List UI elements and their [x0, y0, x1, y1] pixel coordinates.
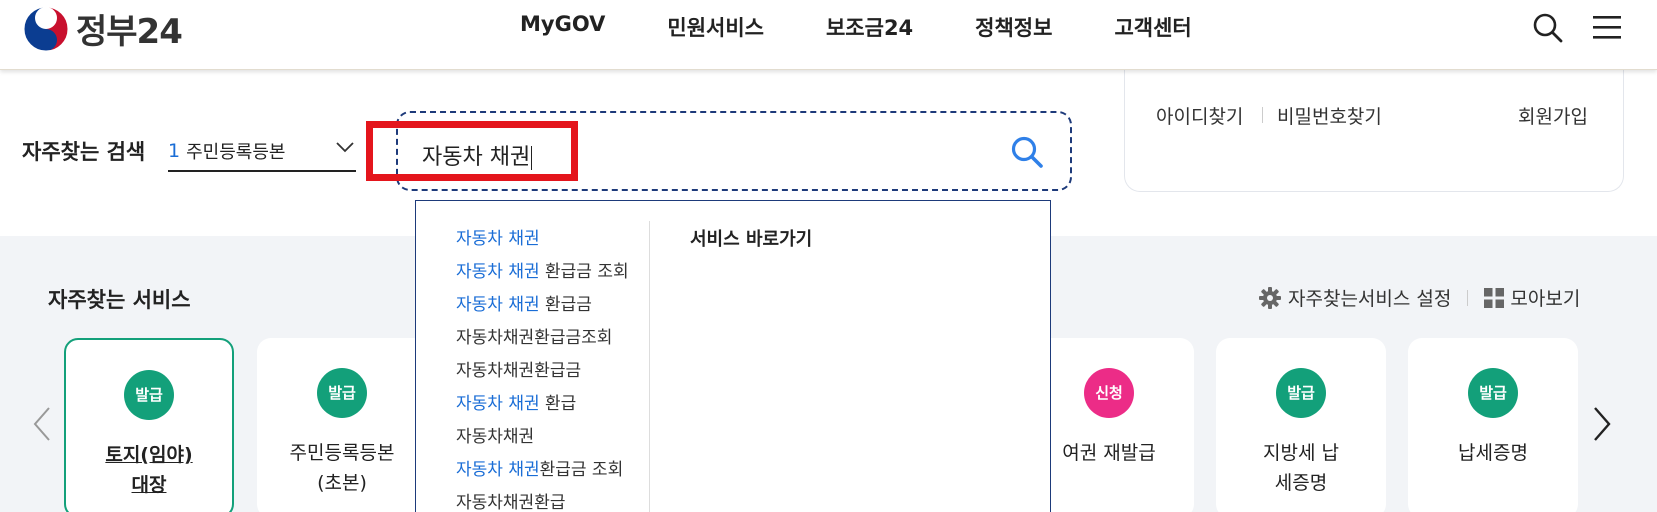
logo-text: 정부24 [76, 12, 183, 52]
suggestion-item[interactable]: 자동차 채권 [456, 223, 629, 256]
suggestion-item[interactable]: 자동차 채권 환급금 [456, 289, 629, 322]
tools-divider [1467, 289, 1469, 306]
service-card-land-register[interactable]: 발급 토지(임야) 대장 [64, 338, 234, 512]
fav-search-label: 자주찾는 검색 [22, 140, 146, 164]
service-name: 지방세 납세증명 [1263, 442, 1339, 494]
service-card-resident-registration[interactable]: 발급 주민등록등본 (초본) [257, 338, 427, 512]
service-card-local-tax-certificate[interactable]: 발급 지방세 납세증명 [1216, 338, 1386, 512]
nav-mygov[interactable]: MyGOV [520, 12, 605, 42]
nav-civil-service[interactable]: 민원서비스 [667, 12, 764, 42]
site-logo[interactable]: 정부24 [22, 4, 183, 53]
grid-icon [1484, 287, 1505, 308]
section-title: 자주찾는 서비스 [48, 288, 191, 312]
login-panel: 아이디찾기 비밀번호찾기 회원가입 [1124, 60, 1624, 192]
main-nav: MyGOV 민원서비스 보조금24 정책정보 고객센터 [520, 12, 1254, 42]
service-name: 토지(임야) 대장 [105, 444, 193, 496]
hamburger-menu-icon[interactable] [1593, 14, 1621, 40]
suggestion-list: 자동차 채권 자동차 채권 환급금 조회 자동차 채권 환급금 자동차채권환급금… [456, 223, 629, 512]
suggestion-item[interactable]: 자동차채권환급 [456, 487, 629, 512]
issue-badge: 발급 [124, 370, 174, 420]
site-header: 정부24 MyGOV 민원서비스 보조금24 정책정보 고객센터 [0, 0, 1657, 70]
chevron-left-icon[interactable] [32, 406, 52, 442]
suggestion-item[interactable]: 자동차 채권 환급금 조회 [456, 256, 629, 289]
link-divider [1262, 107, 1263, 123]
text-caret [531, 146, 533, 170]
service-settings-link[interactable]: 자주찾는서비스 설정 [1288, 284, 1451, 311]
issue-badge: 발급 [1468, 368, 1518, 418]
search-input-value: 자동차 채권 [422, 145, 533, 170]
signup-link[interactable]: 회원가입 [1518, 102, 1588, 129]
suggestion-item[interactable]: 자동차 채권 환급 [456, 388, 629, 421]
service-name: 납세증명 [1458, 442, 1528, 464]
chevron-down-icon [336, 142, 354, 153]
suggestion-item[interactable]: 자동차 채권환급금 조회 [456, 454, 629, 487]
search-icon[interactable] [1532, 12, 1564, 44]
issue-badge: 발급 [317, 368, 367, 418]
apply-badge: 신청 [1084, 368, 1134, 418]
gear-icon [1259, 286, 1281, 309]
fav-search-select[interactable]: 1 주민등록등본 [168, 132, 356, 172]
quick-links-title: 서비스 바로가기 [690, 229, 813, 250]
page: 정부24 MyGOV 민원서비스 보조금24 정책정보 고객센터 자주찾는 검색… [0, 0, 1657, 512]
find-password-link[interactable]: 비밀번호찾기 [1277, 102, 1382, 129]
view-all-link[interactable]: 모아보기 [1510, 284, 1580, 311]
section-tools: 자주찾는서비스 설정 모아보기 [1258, 284, 1580, 311]
suggestion-item[interactable]: 자동차채권환급금 [456, 355, 629, 388]
nav-customer-center[interactable]: 고객센터 [1114, 12, 1191, 42]
service-card-tax-certificate[interactable]: 발급 납세증명 [1408, 338, 1578, 512]
autocomplete-dropdown: 자동차 채권 자동차 채권 환급금 조회 자동차 채권 환급금 자동차채권환급금… [415, 200, 1051, 512]
chevron-right-icon[interactable] [1592, 406, 1612, 442]
suggestion-item[interactable]: 자동차채권 [456, 421, 629, 454]
find-id-link[interactable]: 아이디찾기 [1156, 102, 1243, 129]
search-submit-icon[interactable] [1010, 135, 1044, 169]
issue-badge: 발급 [1276, 368, 1326, 418]
nav-subsidy24[interactable]: 보조금24 [826, 12, 913, 42]
service-name: 주민등록등본 (초본) [289, 442, 395, 494]
dropdown-divider [649, 221, 650, 512]
main-search-input[interactable]: 자동차 채권 [396, 111, 1072, 191]
suggestion-item[interactable]: 자동차채권환급금조회 [456, 322, 629, 355]
nav-policy-info[interactable]: 정책정보 [975, 12, 1052, 42]
fav-search-value: 주민등록등본 [186, 142, 286, 163]
fav-search-rank: 1 [168, 140, 181, 162]
taegeuk-logo-icon [23, 6, 69, 51]
